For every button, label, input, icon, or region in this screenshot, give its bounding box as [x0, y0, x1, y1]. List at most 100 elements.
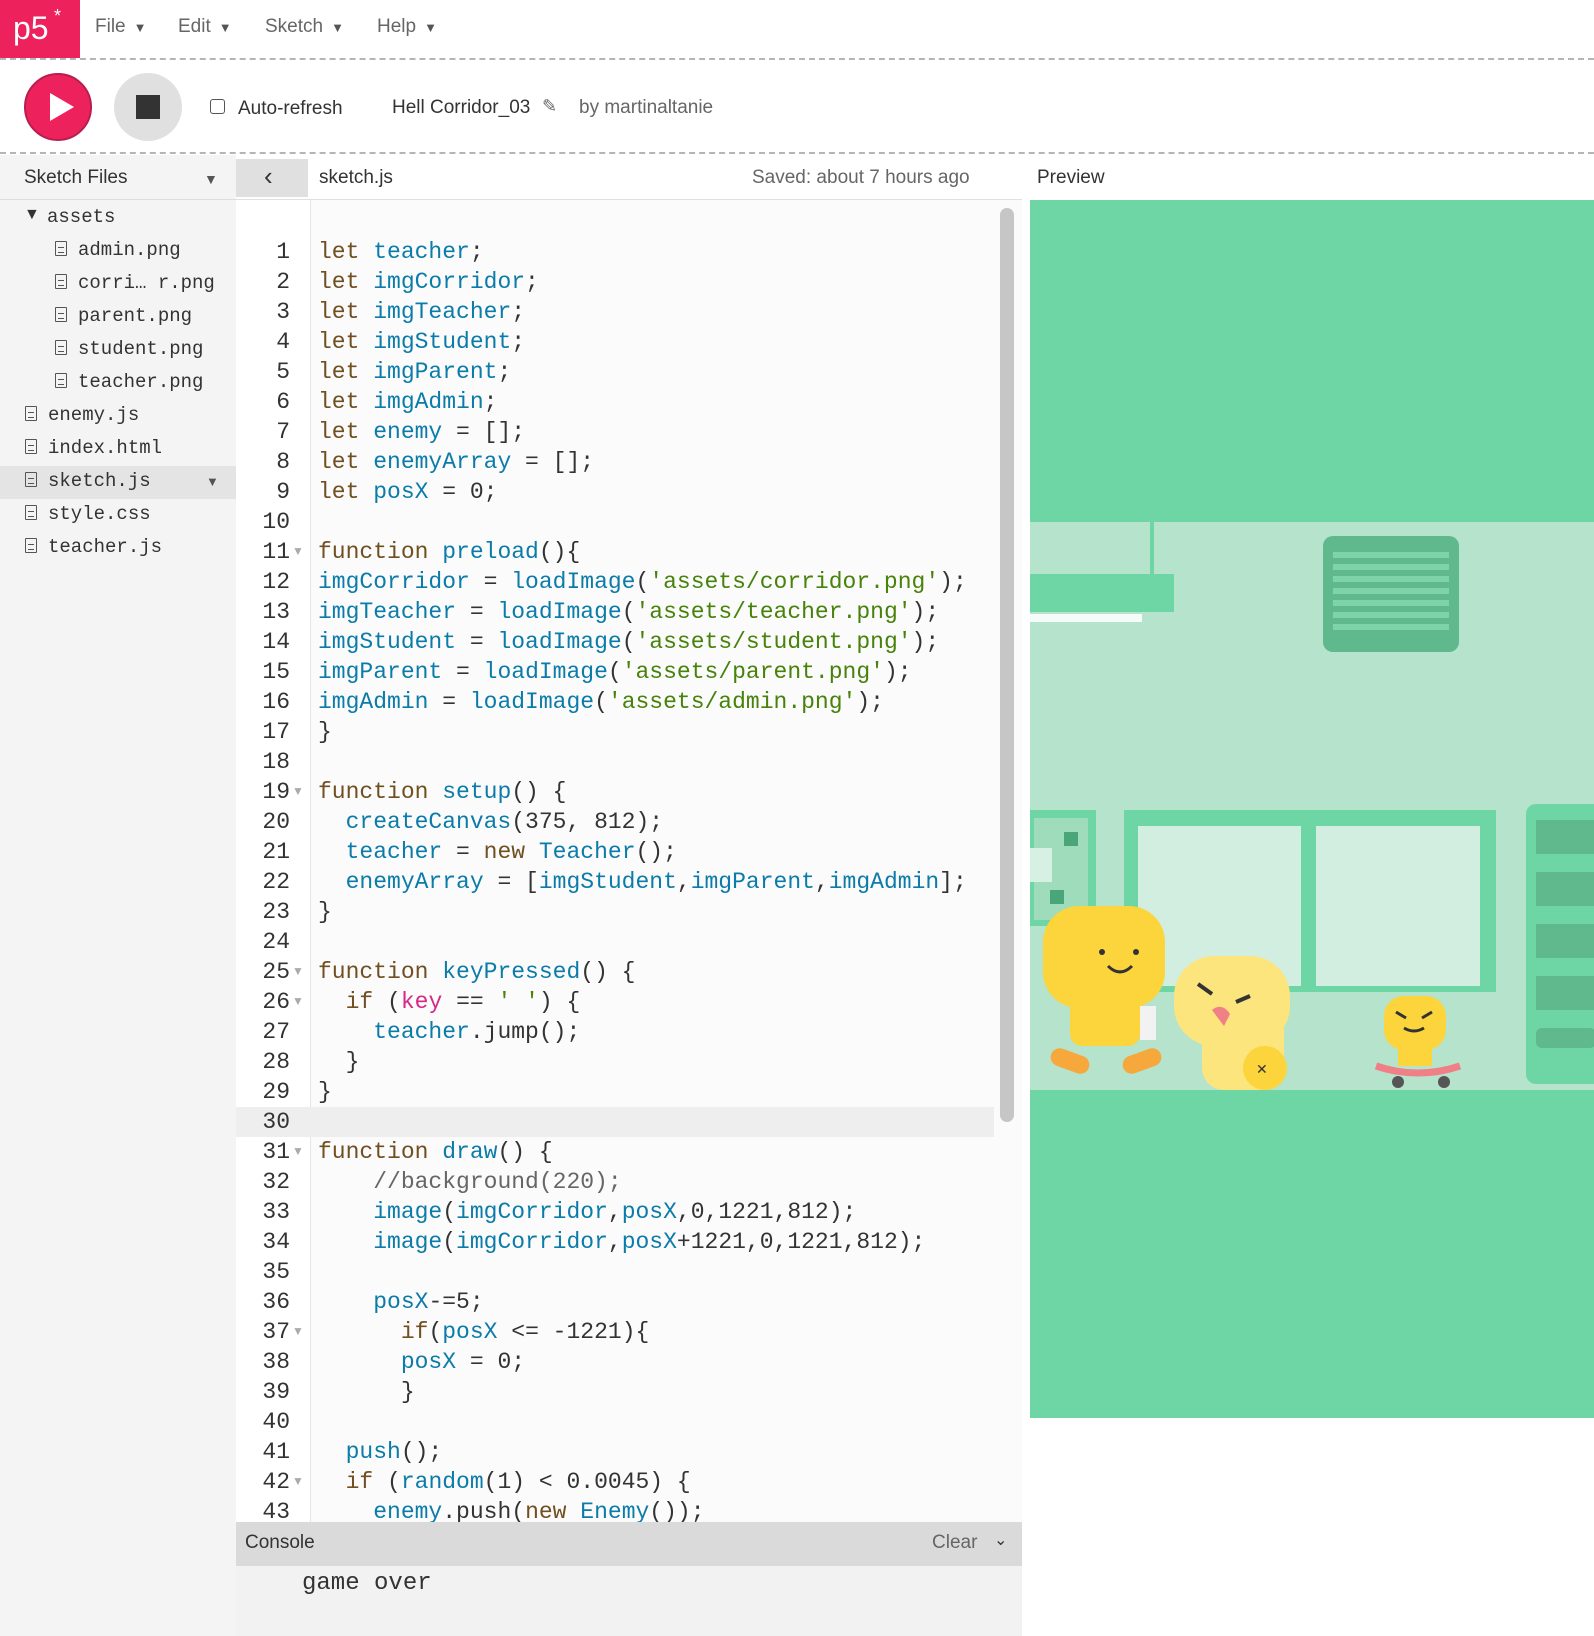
code-line[interactable]: 43 enemy.push(new Enemy());: [236, 1497, 996, 1522]
file-item[interactable]: parent.png: [0, 301, 236, 334]
chevron-down-icon: ▼: [331, 20, 344, 35]
file-item[interactable]: admin.png: [0, 235, 236, 268]
code-line[interactable]: 9 let posX = 0;: [236, 477, 996, 507]
fold-icon[interactable]: ▼: [292, 1316, 304, 1346]
file-icon: [25, 538, 37, 553]
menu-sketch[interactable]: Sketch ▼: [265, 16, 344, 38]
code-line[interactable]: 28 }: [236, 1047, 996, 1077]
fold-icon[interactable]: ▼: [292, 536, 304, 566]
code-line[interactable]: 24: [236, 927, 996, 957]
code-line[interactable]: 33 image(imgCorridor,posX,0,1221,812);: [236, 1197, 996, 1227]
code-line[interactable]: 1 let teacher;: [236, 237, 996, 267]
play-button[interactable]: [24, 73, 92, 141]
file-options-icon[interactable]: ▼: [206, 474, 219, 489]
collapse-sidebar-button[interactable]: ‹: [236, 159, 308, 197]
line-number: 29: [262, 1079, 290, 1105]
fold-icon[interactable]: ▼: [292, 776, 304, 806]
fold-icon[interactable]: ▼: [292, 956, 304, 986]
line-number: 38: [262, 1349, 290, 1375]
code-line[interactable]: 29}: [236, 1077, 996, 1107]
toolbar: Auto-refresh Hell Corridor_03 ✎ by marti…: [0, 60, 1594, 154]
file-item[interactable]: student.png: [0, 334, 236, 367]
file-item-selected[interactable]: sketch.js ▼: [0, 466, 236, 499]
editor-scrollbar[interactable]: [1000, 208, 1014, 1122]
code-line[interactable]: 40: [236, 1407, 996, 1437]
folder-open-icon[interactable]: ▼: [24, 206, 40, 224]
code-line[interactable]: 12 imgCorridor = loadImage('assets/corrid…: [236, 567, 996, 597]
code-text: image(imgCorridor,posX,0,1221,812);: [373, 1199, 857, 1225]
code-line[interactable]: 8 let enemyArray = [];: [236, 447, 996, 477]
code-line[interactable]: 7 let enemy = [];: [236, 417, 996, 447]
code-line[interactable]: 42 ▼ if (random(1) < 0.0045) {: [236, 1467, 996, 1497]
code-line[interactable]: 4 let imgStudent;: [236, 327, 996, 357]
file-item[interactable]: corri… r.png: [0, 268, 236, 301]
fold-icon[interactable]: ▼: [292, 986, 304, 1016]
line-number: 20: [262, 809, 290, 835]
menu-file[interactable]: File ▼: [95, 16, 147, 38]
sketch-title[interactable]: Hell Corridor_03: [392, 97, 530, 119]
file-item[interactable]: index.html: [0, 433, 236, 466]
file-icon: [25, 472, 37, 487]
code-line[interactable]: 16 imgAdmin = loadImage('assets/admin.png…: [236, 687, 996, 717]
file-item[interactable]: teacher.png: [0, 367, 236, 400]
chevron-down-icon[interactable]: ⌄: [994, 1530, 1007, 1550]
line-number: 32: [262, 1169, 290, 1195]
code-line[interactable]: 31 ▼ function draw() {: [236, 1137, 996, 1167]
code-line[interactable]: 14 imgStudent = loadImage('assets/student…: [236, 627, 996, 657]
menu-help[interactable]: Help ▼: [377, 16, 437, 38]
code-editor[interactable]: 1 let teacher; 2 let imgCorridor; 3 let imgTe…: [236, 200, 1022, 1522]
file-item[interactable]: enemy.js: [0, 400, 236, 433]
file-item[interactable]: style.css: [0, 499, 236, 532]
console-output: game over: [236, 1566, 1022, 1636]
code-line[interactable]: 36 posX-=5;: [236, 1287, 996, 1317]
code-line[interactable]: 20 createCanvas(375, 812);: [236, 807, 996, 837]
code-line[interactable]: 32 //background(220);: [236, 1167, 996, 1197]
code-line[interactable]: 26 ▼ if (key == ' ') {: [236, 987, 996, 1017]
code-line[interactable]: 34 image(imgCorridor,posX+1221,0,1221,81…: [236, 1227, 996, 1257]
fold-icon[interactable]: ▼: [292, 1136, 304, 1166]
code-line[interactable]: 10: [236, 507, 996, 537]
code-line[interactable]: 23}: [236, 897, 996, 927]
pencil-icon[interactable]: ✎: [542, 96, 557, 117]
code-line[interactable]: 25 ▼ function keyPressed() {: [236, 957, 996, 987]
menubar: p5 * File ▼ Edit ▼ Sketch ▼ Help ▼: [0, 0, 1594, 60]
code-line[interactable]: 18: [236, 747, 996, 777]
file-name: student.png: [78, 338, 204, 360]
sidebar-divider: [0, 199, 236, 200]
auto-refresh-checkbox[interactable]: [210, 99, 225, 114]
code-line[interactable]: 11 ▼ function preload(){: [236, 537, 996, 567]
code-text: let enemy = [];: [318, 419, 526, 445]
p5-logo[interactable]: p5 *: [0, 0, 80, 58]
code-line[interactable]: 35: [236, 1257, 996, 1287]
code-line[interactable]: 2 let imgCorridor;: [236, 267, 996, 297]
folder-assets[interactable]: ▼ assets: [0, 202, 236, 235]
code-line[interactable]: 13 imgTeacher = loadImage('assets/teacher…: [236, 597, 996, 627]
file-item[interactable]: teacher.js: [0, 532, 236, 565]
code-line[interactable]: 21 teacher = new Teacher();: [236, 837, 996, 867]
code-line[interactable]: 5 let imgParent;: [236, 357, 996, 387]
line-number: 41: [262, 1439, 290, 1465]
code-text: }: [318, 1379, 415, 1405]
code-line[interactable]: 19 ▼ function setup() {: [236, 777, 996, 807]
code-line[interactable]: 27 teacher.jump();: [236, 1017, 996, 1047]
stop-button[interactable]: [114, 73, 182, 141]
code-line[interactable]: 30: [236, 1107, 996, 1137]
code-text: posX-=5;: [373, 1289, 484, 1315]
code-line[interactable]: 41 push();: [236, 1437, 996, 1467]
code-line[interactable]: 22 enemyArray = [imgStudent,imgParent,im…: [236, 867, 996, 897]
code-lines[interactable]: 1 let teacher; 2 let imgCorridor; 3 let imgTe…: [236, 237, 996, 1522]
menu-edit[interactable]: Edit ▼: [178, 16, 232, 38]
sketch-preview-canvas[interactable]: ✕: [1030, 200, 1594, 1418]
sketch-author[interactable]: by martinaltanie: [579, 97, 713, 119]
sidebar-menu-icon[interactable]: ▼: [204, 171, 218, 187]
code-line[interactable]: 15 imgParent = loadImage('assets/parent.p…: [236, 657, 996, 687]
code-line[interactable]: 6 let imgAdmin;: [236, 387, 996, 417]
code-line[interactable]: 38 posX = 0;: [236, 1347, 996, 1377]
menu-file-label: File: [95, 16, 126, 37]
code-line[interactable]: 17}: [236, 717, 996, 747]
code-line[interactable]: 37 ▼ if(posX <= -1221){: [236, 1317, 996, 1347]
console-clear-button[interactable]: Clear: [932, 1532, 977, 1554]
code-line[interactable]: 39 }: [236, 1377, 996, 1407]
fold-icon[interactable]: ▼: [292, 1466, 304, 1496]
code-line[interactable]: 3 let imgTeacher;: [236, 297, 996, 327]
